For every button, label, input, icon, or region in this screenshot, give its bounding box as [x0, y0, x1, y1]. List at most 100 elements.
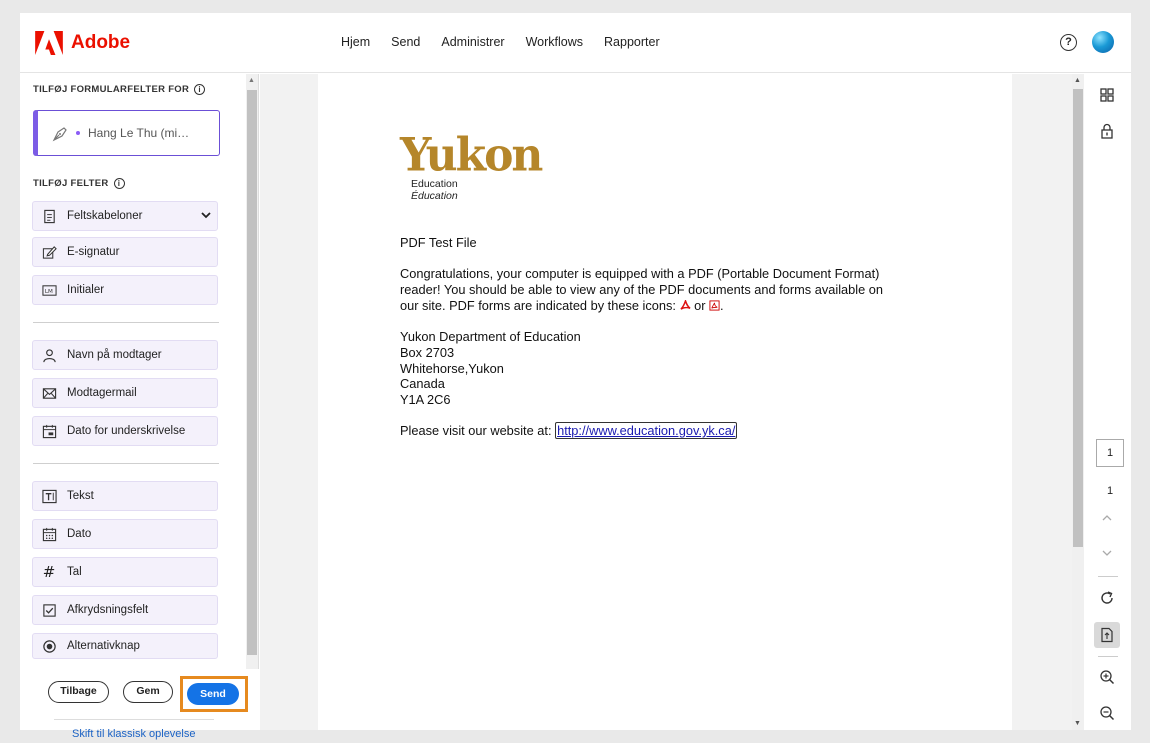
nav-reports[interactable]: Rapporter — [604, 35, 660, 49]
left-panel-scrollbar[interactable]: ▲ — [246, 74, 258, 669]
top-bar: Adobe Hjem Send Administrer Workflows Ra… — [20, 13, 1131, 73]
scrollbar-thumb[interactable] — [1073, 89, 1083, 547]
field-date-signed[interactable]: Dato for underskrivelse — [32, 416, 218, 446]
panel-footer: Tilbage Gem Send Skift til klassisk ople… — [20, 669, 259, 740]
doc-paragraph: Congratulations, your computer is equipp… — [400, 266, 883, 314]
add-fields-heading: TILFØJ FELTER i — [33, 178, 125, 189]
field-number[interactable]: # Tal — [32, 557, 218, 587]
number-icon: # — [42, 563, 56, 581]
logo-sub-french: Éducation — [411, 190, 458, 202]
chevron-up-icon[interactable] — [1096, 507, 1118, 529]
initials-icon: LM — [41, 282, 57, 298]
form-fields-for-title: TILFØJ FORMULARFELTER FOR — [33, 84, 190, 95]
info-icon[interactable]: i — [113, 178, 125, 189]
field-initials[interactable]: LM Initialer — [32, 275, 218, 305]
avatar[interactable] — [1092, 31, 1114, 53]
svg-text:LM: LM — [44, 288, 52, 294]
lock-icon[interactable] — [1096, 120, 1118, 142]
divider — [33, 322, 219, 323]
fields-panel: TILFØJ FORMULARFELTER FOR i Hang Le Thu … — [20, 74, 259, 740]
signer-color-dot — [76, 131, 80, 135]
zoom-out-icon[interactable] — [1096, 702, 1118, 724]
acrobat-icon — [679, 300, 691, 310]
yukon-education-logo: Yukon Education Éducation — [400, 128, 543, 202]
save-button[interactable]: Gem — [123, 681, 173, 703]
field-checkbox[interactable]: Afkrydsningsfelt — [32, 595, 218, 625]
paragraph-line: reader! You should be able to view any o… — [400, 282, 884, 297]
nav-home[interactable]: Hjem — [341, 35, 370, 49]
logo-word: Yukon — [400, 128, 543, 183]
zoom-in-icon[interactable] — [1096, 666, 1118, 688]
field-recipient-name[interactable]: Navn på modtager — [32, 340, 218, 370]
calendar-icon — [41, 526, 57, 542]
add-fields-title: TILFØJ FELTER — [33, 178, 109, 189]
nav-workflows[interactable]: Workflows — [526, 35, 583, 49]
chevron-down-icon — [201, 211, 211, 222]
divider — [33, 463, 219, 464]
signer-name: Hang Le Thu (mi… — [88, 126, 190, 140]
nav-send[interactable]: Send — [391, 35, 420, 49]
scroll-up-arrow-icon[interactable]: ▲ — [1074, 77, 1081, 84]
paragraph-text: or — [694, 298, 706, 313]
send-button[interactable]: Send — [187, 683, 239, 705]
period-text: . — [720, 298, 724, 313]
help-icon[interactable]: ? — [1060, 34, 1077, 51]
app-window: Adobe Hjem Send Administrer Workflows Ra… — [20, 13, 1131, 740]
address-line: Box 2703 — [400, 344, 455, 360]
paragraph-line: our site. PDF forms are indicated by the… — [400, 298, 883, 314]
field-e-signature[interactable]: E-signatur — [32, 237, 218, 267]
back-button[interactable]: Tilbage — [48, 681, 109, 703]
checkbox-icon — [41, 602, 57, 618]
radio-icon — [41, 638, 57, 654]
pdf-page: Yukon Education Éducation PDF Test File … — [318, 74, 1012, 730]
document-scrollbar[interactable]: ▲ ▼ — [1072, 74, 1084, 730]
field-label: E-signatur — [67, 246, 120, 258]
person-icon — [41, 347, 57, 363]
right-tool-rail: 1 1 — [1084, 74, 1131, 730]
visit-text: Please visit our website at: — [400, 423, 552, 438]
signer-selector[interactable]: Hang Le Thu (mi… — [33, 110, 220, 156]
main-nav: Hjem Send Administrer Workflows Rapporte… — [341, 35, 681, 49]
page-fit-icon[interactable] — [1094, 622, 1120, 648]
field-label: Feltskabeloner — [67, 210, 143, 222]
nav-manage[interactable]: Administrer — [441, 35, 504, 49]
field-label: Alternativknap — [67, 640, 140, 652]
scroll-down-arrow-icon[interactable]: ▼ — [1074, 720, 1081, 727]
form-fields-for-heading: TILFØJ FORMULARFELTER FOR i — [33, 84, 206, 95]
field-label: Dato for underskrivelse — [67, 425, 186, 437]
paragraph-line: Congratulations, your computer is equipp… — [400, 266, 880, 281]
signature-icon — [41, 244, 57, 260]
rotate-icon[interactable] — [1096, 587, 1118, 609]
adobe-logo[interactable]: Adobe — [35, 31, 130, 55]
text-icon — [41, 488, 57, 504]
info-icon[interactable]: i — [194, 84, 206, 95]
field-label: Afkrydsningsfelt — [67, 604, 149, 616]
field-text[interactable]: Tekst — [32, 481, 218, 511]
field-templates-dropdown[interactable]: Feltskabeloner — [32, 201, 218, 231]
field-label: Navn på modtager — [67, 349, 162, 361]
document-viewer: Yukon Education Éducation PDF Test File … — [260, 74, 1072, 730]
scrollbar-thumb[interactable] — [247, 90, 257, 655]
classic-experience-link[interactable]: Skift til klassisk oplevelse — [72, 728, 196, 740]
field-label: Initialer — [67, 284, 105, 296]
chevron-down-icon[interactable] — [1096, 542, 1118, 564]
thumbnails-grid-icon[interactable] — [1096, 84, 1118, 106]
field-radio-button[interactable]: Alternativknap — [32, 633, 218, 659]
address-line: Y1A 2C6 — [400, 392, 451, 408]
adobe-logo-icon — [35, 31, 63, 55]
pdf-form-icon — [709, 300, 720, 311]
field-label: Tekst — [67, 490, 94, 502]
send-button-highlight: Send — [180, 676, 248, 712]
field-label: Modtagermail — [67, 387, 137, 399]
doc-heading: PDF Test File — [400, 235, 477, 250]
divider — [54, 719, 214, 720]
address-line: Canada — [400, 376, 445, 392]
website-link[interactable]: http://www.education.gov.yk.ca/ — [555, 422, 738, 439]
field-recipient-email[interactable]: Modtagermail — [32, 378, 218, 408]
scroll-up-arrow-icon[interactable]: ▲ — [248, 77, 255, 84]
brand-name: Adobe — [71, 32, 131, 53]
template-icon — [41, 208, 57, 224]
current-page-input[interactable]: 1 — [1096, 439, 1124, 467]
total-pages: 1 — [1106, 485, 1114, 497]
field-date[interactable]: Dato — [32, 519, 218, 549]
